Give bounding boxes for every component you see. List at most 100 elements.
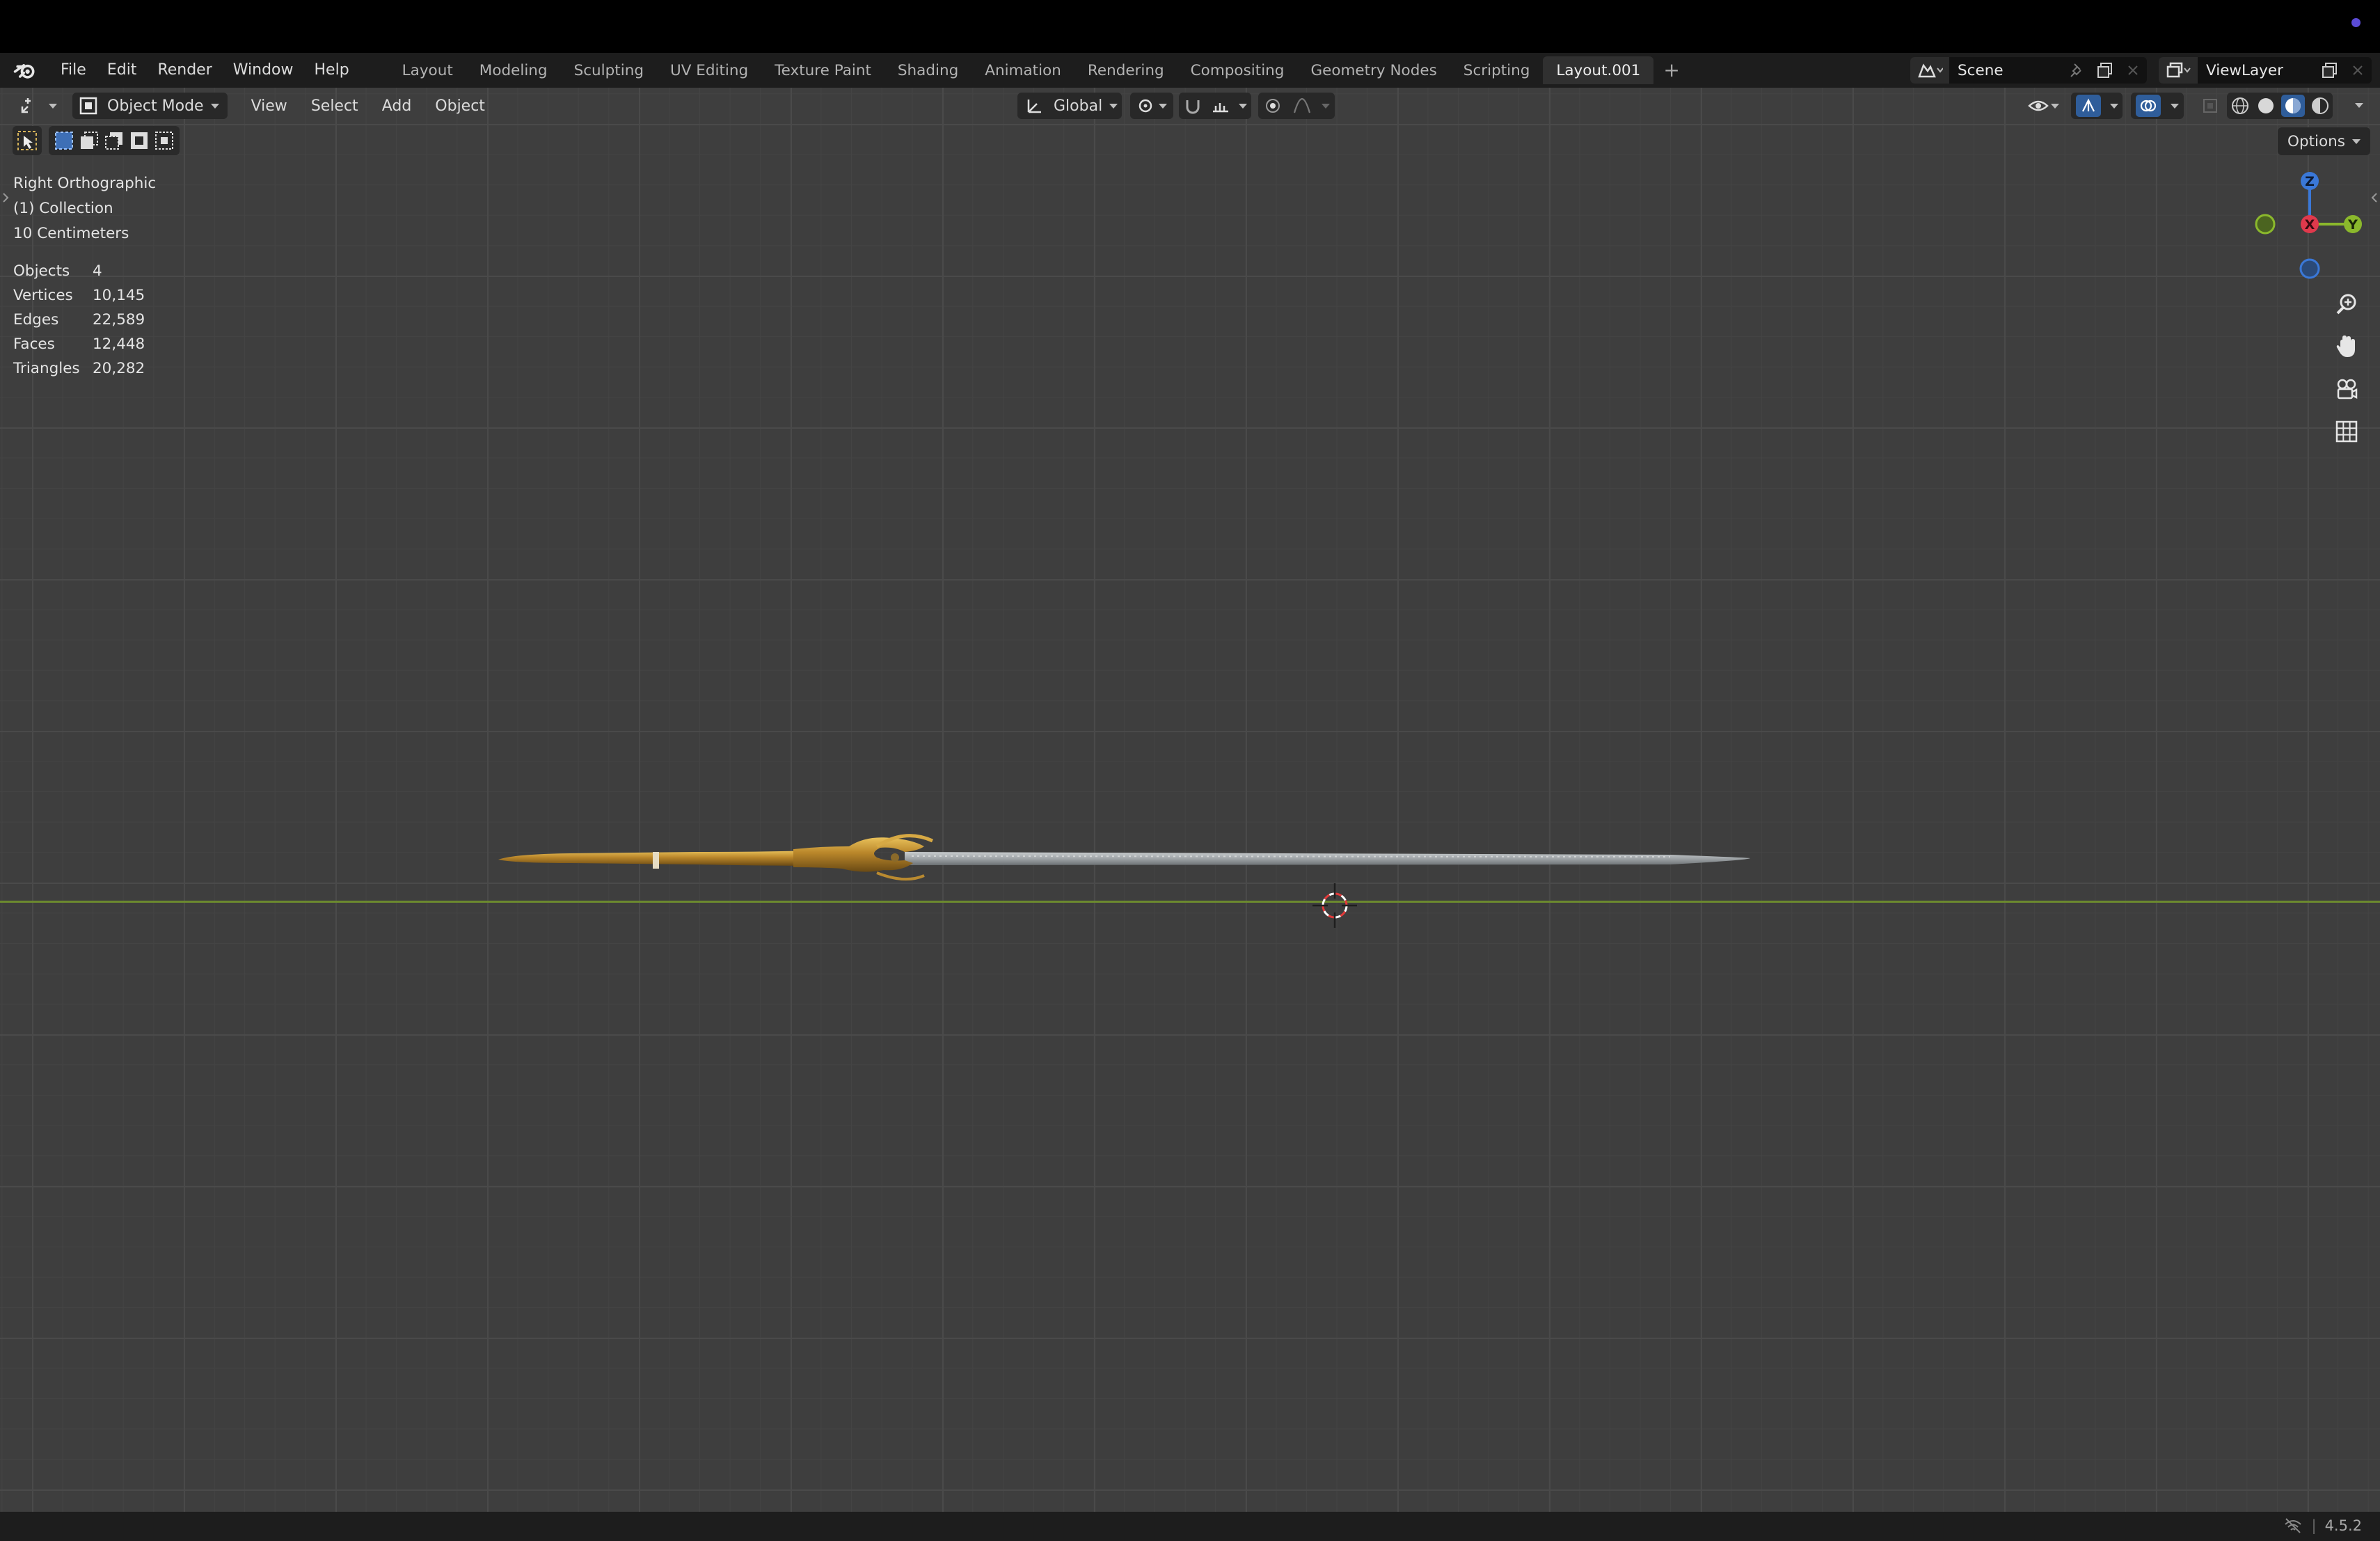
- sword-blade[interactable]: [905, 852, 1750, 865]
- view-layer-selector[interactable]: ViewLayer: [2159, 57, 2372, 84]
- pan-hand-icon[interactable]: [2329, 331, 2364, 362]
- tab-compositing[interactable]: Compositing: [1177, 56, 1298, 84]
- tab-animation[interactable]: Animation: [971, 56, 1074, 84]
- selection-mode-group[interactable]: [49, 126, 180, 155]
- menu-help[interactable]: Help: [304, 55, 360, 86]
- wireframe-shading-icon[interactable]: [2230, 95, 2251, 116]
- gizmo-icon[interactable]: [2075, 95, 2101, 117]
- stat-objects: Objects 4: [13, 259, 145, 283]
- menu-render[interactable]: Render: [147, 55, 222, 86]
- object-mode-label: Object Mode: [107, 97, 204, 115]
- tab-layout-001[interactable]: Layout.001: [1543, 56, 1654, 84]
- snapping-controls[interactable]: [1179, 93, 1251, 119]
- transform-orientation-dropdown[interactable]: Global: [1017, 93, 1122, 119]
- stat-label: Vertices: [13, 287, 73, 304]
- tab-rendering[interactable]: Rendering: [1074, 56, 1177, 84]
- view-layer-name[interactable]: ViewLayer: [2198, 62, 2316, 79]
- zoom-icon[interactable]: [2329, 288, 2364, 319]
- tab-geometry-nodes[interactable]: Geometry Nodes: [1297, 56, 1450, 84]
- stat-label: Objects: [13, 262, 70, 280]
- scene-statistics: Objects 4 Vertices 10,145 Edges 22,589 Face…: [13, 259, 145, 381]
- pivot-point-dropdown[interactable]: [1130, 93, 1173, 119]
- menu-edit[interactable]: Edit: [97, 55, 148, 86]
- scene-selector[interactable]: Scene: [1910, 57, 2147, 84]
- set-selection-icon[interactable]: [51, 129, 77, 152]
- object-mode-icon: [79, 97, 97, 115]
- viewport-header: Object Mode View Select Add Object Globa…: [0, 88, 2380, 124]
- tab-layout[interactable]: Layout: [389, 56, 466, 84]
- negative-y-axis-icon[interactable]: [2255, 214, 2276, 235]
- gizmo-toggle[interactable]: [2071, 93, 2123, 119]
- pin-icon[interactable]: [2063, 62, 2091, 79]
- tab-texture-paint[interactable]: Texture Paint: [761, 56, 884, 84]
- new-scene-icon[interactable]: [2091, 61, 2119, 79]
- tab-sculpting[interactable]: Sculpting: [561, 56, 657, 84]
- navigation-gizmo[interactable]: Z Y X: [2248, 166, 2366, 284]
- select-box-tool-icon[interactable]: [13, 126, 42, 155]
- stat-value: 22,589: [93, 311, 145, 329]
- chevron-down-icon: [2171, 103, 2179, 109]
- visibility-dropdown[interactable]: [2021, 93, 2065, 119]
- sword-model[interactable]: [487, 814, 1761, 905]
- menu-add[interactable]: Add: [376, 93, 418, 119]
- chevron-down-icon: [210, 103, 219, 109]
- overlays-toggle[interactable]: [2131, 93, 2184, 119]
- proportional-editing-controls[interactable]: [1258, 93, 1335, 119]
- menu-select[interactable]: Select: [306, 93, 364, 119]
- new-view-layer-icon[interactable]: [2316, 61, 2344, 79]
- stat-vertices: Vertices 10,145: [13, 283, 145, 308]
- proportional-edit-icon[interactable]: [1263, 96, 1283, 116]
- toolbar-expand-chevron-icon[interactable]: [1, 191, 10, 205]
- shading-options-chevron-icon[interactable]: [2355, 103, 2363, 108]
- options-dropdown[interactable]: Options: [2278, 127, 2370, 155]
- negative-z-axis-icon[interactable]: [2299, 258, 2320, 279]
- perspective-grid-icon[interactable]: [2329, 416, 2364, 447]
- camera-view-icon[interactable]: [2329, 373, 2364, 404]
- menu-object[interactable]: Object: [429, 93, 491, 119]
- menu-view[interactable]: View: [246, 93, 293, 119]
- stat-label: Triangles: [13, 360, 80, 377]
- material-preview-icon[interactable]: [2280, 95, 2305, 117]
- solid-shading-icon[interactable]: [2255, 95, 2276, 116]
- blender-logo-icon[interactable]: [13, 58, 38, 83]
- 3d-viewport[interactable]: Object Mode View Select Add Object Globa…: [0, 88, 2380, 1512]
- snap-increment-icon[interactable]: [1210, 96, 1231, 116]
- object-mode-dropdown[interactable]: Object Mode: [72, 93, 228, 119]
- editor-type-icon: [21, 98, 31, 113]
- falloff-curve-icon[interactable]: [1292, 96, 1312, 116]
- xray-icon: [2203, 99, 2217, 113]
- editor-type-button[interactable]: [13, 93, 63, 119]
- tab-modeling[interactable]: Modeling: [466, 56, 561, 84]
- chevron-down-icon: [2109, 103, 2118, 109]
- rendered-shading-icon[interactable]: [2310, 95, 2331, 116]
- overlays-icon[interactable]: [2136, 95, 2161, 117]
- blender-version: 4.5.2: [2324, 1517, 2362, 1534]
- sidebar-expand-chevron-icon[interactable]: [2370, 191, 2379, 205]
- scene-icon[interactable]: [1910, 57, 1949, 84]
- stat-faces: Faces 12,448: [13, 332, 145, 356]
- chevron-down-icon: [1239, 103, 1248, 109]
- extend-selection-icon[interactable]: [77, 129, 102, 152]
- tab-shading[interactable]: Shading: [884, 56, 971, 84]
- shading-mode-group[interactable]: [2227, 93, 2333, 119]
- delete-scene-icon[interactable]: [2119, 63, 2147, 77]
- intersect-selection-icon[interactable]: [152, 129, 177, 152]
- chevron-down-icon: [1109, 103, 1118, 109]
- snap-magnet-icon[interactable]: [1183, 96, 1203, 116]
- delete-view-layer-icon[interactable]: [2344, 63, 2372, 77]
- chevron-down-icon: [1322, 103, 1331, 109]
- tab-scripting[interactable]: Scripting: [1450, 56, 1544, 84]
- sword-crossguard[interactable]: [793, 837, 924, 872]
- version-area: | 4.5.2: [2283, 1517, 2362, 1534]
- xray-toggle[interactable]: [2198, 93, 2223, 119]
- invert-selection-icon[interactable]: [127, 129, 152, 152]
- menu-file[interactable]: File: [50, 55, 97, 86]
- view-name: Right Orthographic: [13, 175, 157, 192]
- menu-window[interactable]: Window: [223, 55, 304, 86]
- stat-triangles: Triangles 20,282: [13, 356, 145, 381]
- add-workspace-button[interactable]: +: [1653, 56, 1689, 84]
- view-layer-icon[interactable]: [2159, 57, 2198, 84]
- subtract-selection-icon[interactable]: [102, 129, 127, 152]
- tab-uv-editing[interactable]: UV Editing: [657, 56, 761, 84]
- scene-name[interactable]: Scene: [1949, 62, 2063, 79]
